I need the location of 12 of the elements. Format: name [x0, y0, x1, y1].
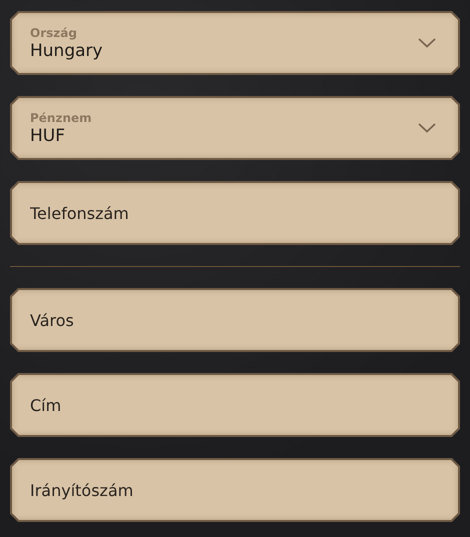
select-field[interactable]: Ország Hungary	[10, 11, 460, 75]
chevron-down-icon	[418, 123, 436, 133]
field-label: Ország	[30, 26, 78, 40]
text-field[interactable]: Telefonszám	[12, 183, 458, 243]
text-field[interactable]: Irányítószám	[12, 460, 458, 520]
text-field[interactable]: Város	[12, 290, 458, 350]
text-field[interactable]: Cím	[12, 375, 458, 435]
select-field[interactable]: Pénznem HUF	[10, 96, 460, 160]
chevron-down-icon	[418, 38, 436, 48]
field-label: Pénznem	[30, 110, 92, 124]
field-value: HUF	[30, 126, 66, 146]
field-value: Hungary	[30, 40, 103, 60]
